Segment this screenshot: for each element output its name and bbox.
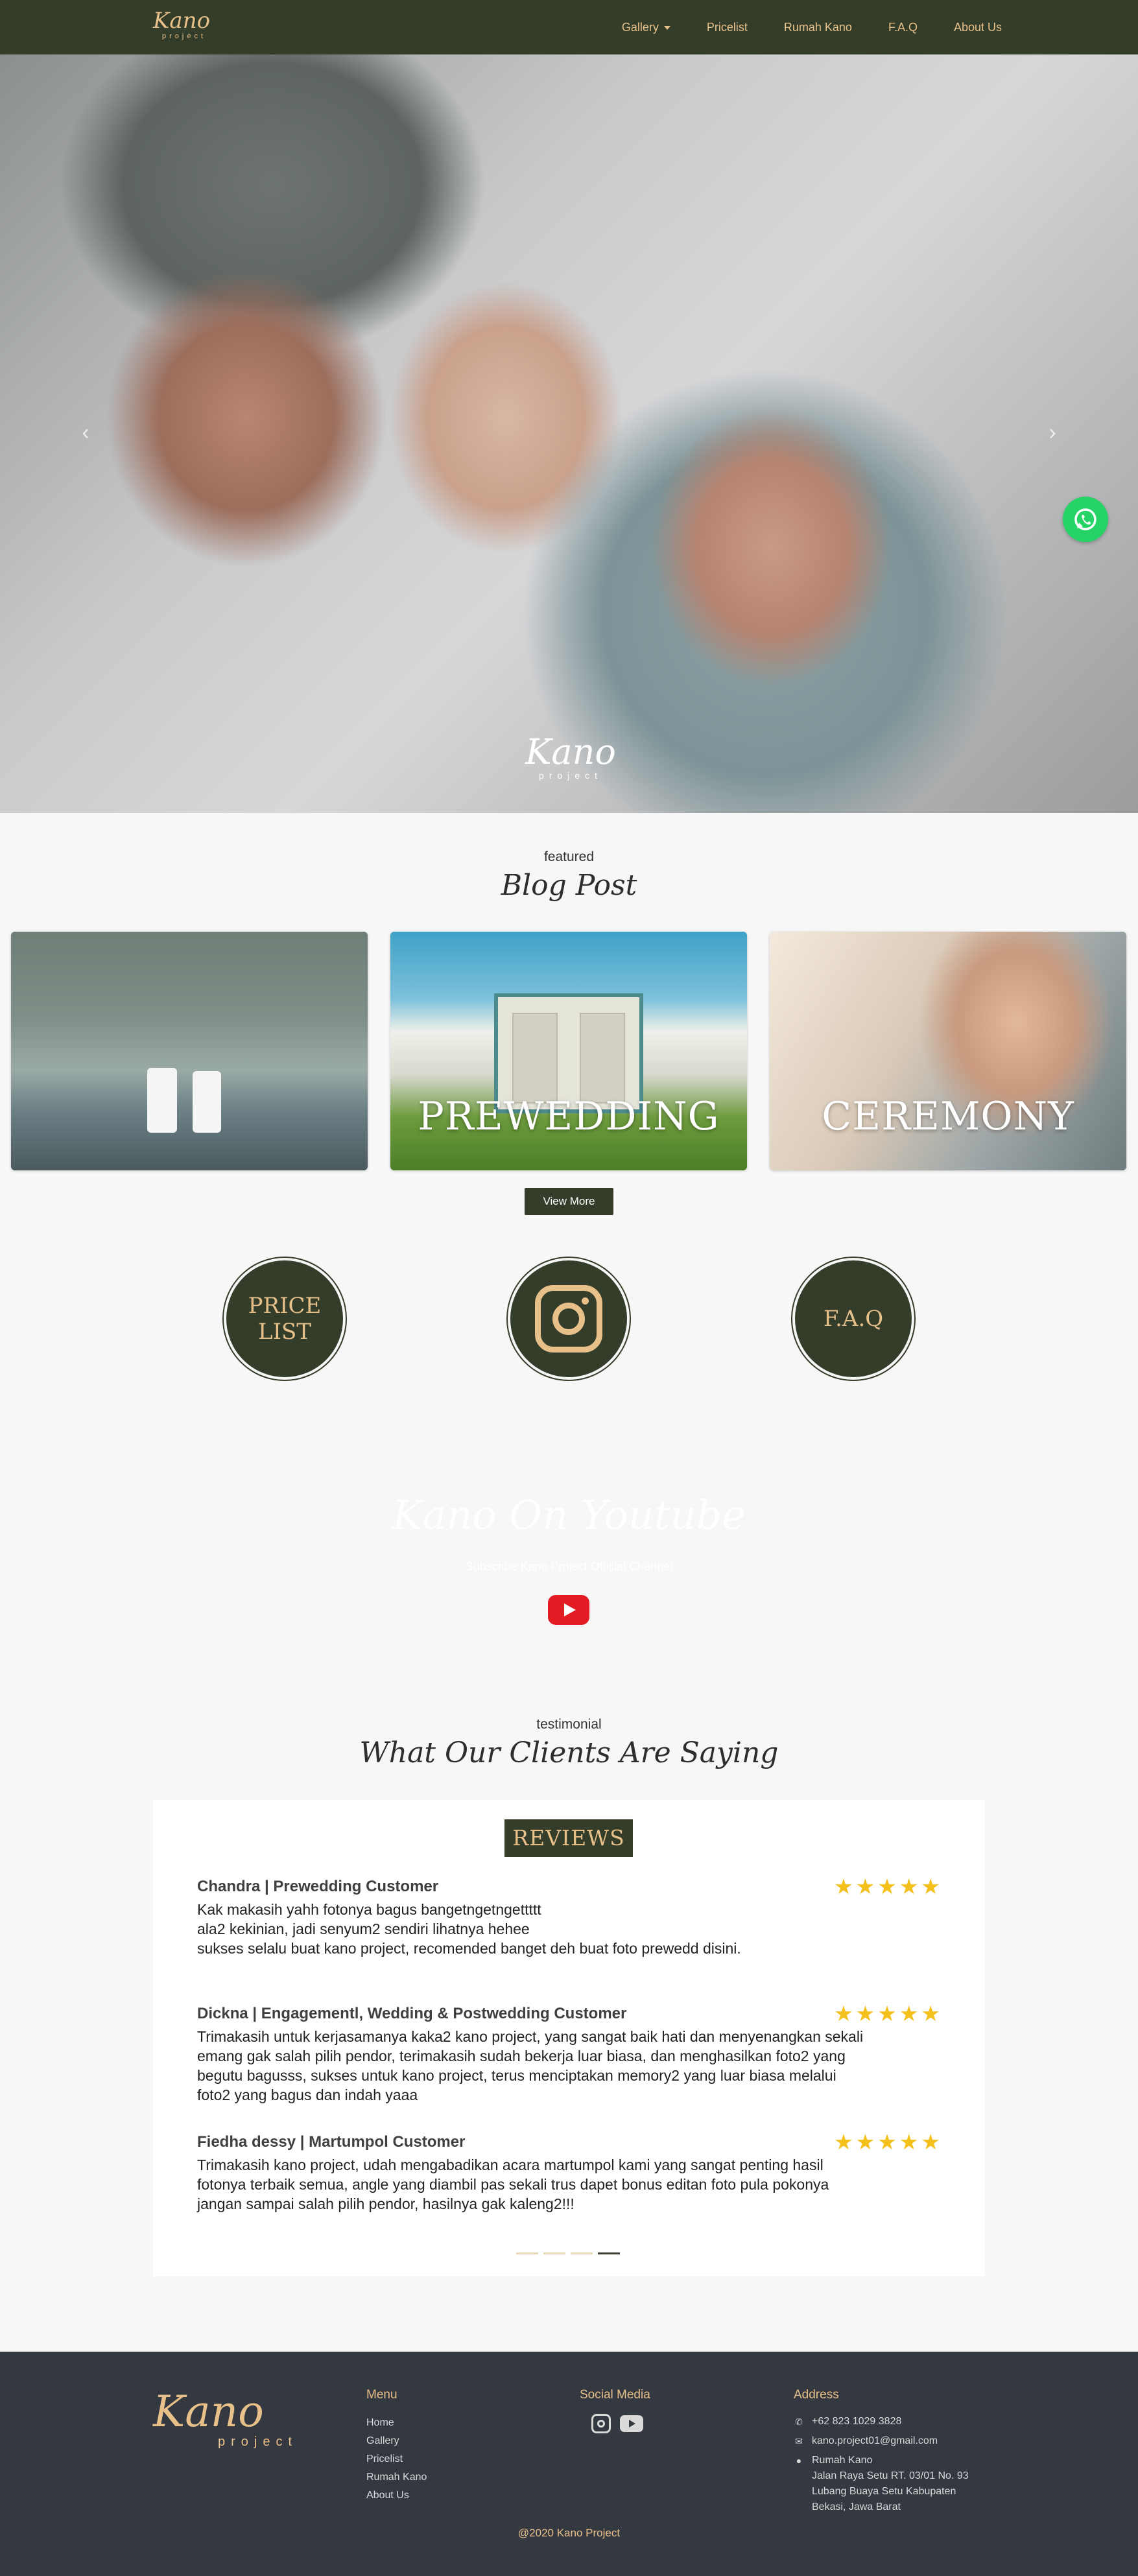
footer-social-icons <box>591 2414 650 2433</box>
logo-script: Kano <box>153 8 211 34</box>
instagram-icon <box>535 1285 602 1353</box>
youtube-icon[interactable] <box>620 2415 643 2432</box>
footer-link-pricelist[interactable]: Pricelist <box>366 2450 427 2468</box>
carousel-indicator-active[interactable] <box>598 2252 620 2254</box>
carousel-indicator[interactable] <box>543 2252 565 2254</box>
footer-link-rumah-kano[interactable]: Rumah Kano <box>366 2468 427 2487</box>
footer-link-gallery[interactable]: Gallery <box>366 2432 427 2450</box>
review-text: Kak makasih yahh fotonya bagus bangetnge… <box>197 1901 741 1957</box>
photo-door <box>580 1013 625 1104</box>
testimonial-label: testimonial <box>536 1717 602 1732</box>
footer-location: ● Rumah Kano Jalan Raya Setu RT. 03/01 N… <box>794 2453 969 2515</box>
review-text: Trimakasih kano project, udah mengabadik… <box>197 2157 829 2212</box>
review-author: Dickna | Engagementl, Wedding & Postwedd… <box>197 2005 627 2022</box>
chevron-left-icon[interactable]: ‹ <box>76 421 95 443</box>
nav-about-us[interactable]: About Us <box>954 21 1002 34</box>
review-text: Trimakasih untuk kerjasamanya kaka2 kano… <box>197 2028 864 2103</box>
youtube-section-title: Kano On Youtube <box>392 1491 746 1539</box>
blog-card-prewedding[interactable]: PREWEDDING <box>390 932 747 1170</box>
footer-email[interactable]: ✉ kano.project01@gmail.com <box>794 2433 969 2449</box>
whatsapp-icon <box>1074 508 1097 530</box>
review-item: Dickna | Engagementl, Wedding & Postwedd… <box>197 2002 943 2105</box>
footer-menu-heading: Menu <box>366 2388 397 2402</box>
footer-logo[interactable]: Kano project <box>153 2389 296 2450</box>
carousel-indicators <box>516 2252 620 2254</box>
footer-link-about-us[interactable]: About Us <box>366 2487 427 2505</box>
footer-phone[interactable]: ✆ +62 823 1029 3828 <box>794 2414 969 2429</box>
view-more-button[interactable]: View More <box>525 1188 613 1215</box>
couple-photo-figure <box>193 1071 221 1133</box>
caret-down-icon <box>663 25 670 30</box>
star-rating-icon: ★★★★★ <box>834 2130 943 2154</box>
nav-pricelist[interactable]: Pricelist <box>707 21 748 34</box>
chevron-right-icon[interactable]: › <box>1043 421 1062 443</box>
map-pin-icon: ● <box>796 2455 802 2466</box>
youtube-icon[interactable] <box>548 1595 589 1625</box>
instagram-icon[interactable] <box>591 2414 611 2433</box>
blog-card-caption: CEREMONY <box>822 1094 1074 1139</box>
star-rating-icon: ★★★★★ <box>834 1874 943 1898</box>
nav-faq[interactable]: F.A.Q <box>888 21 918 34</box>
address-line: Lubang Buaya Setu Kabupaten <box>812 2486 956 2497</box>
carousel-indicator[interactable] <box>571 2252 593 2254</box>
site-logo[interactable]: Kano project <box>153 9 231 45</box>
review-item: Chandra | Prewedding Customer Kak makasi… <box>197 1874 943 1958</box>
faq-circle-label: F.A.Q <box>823 1306 884 1332</box>
testimonial-title: What Our Clients Are Saying <box>359 1736 779 1769</box>
carousel-indicator[interactable] <box>516 2252 538 2254</box>
faq-circle-button[interactable]: F.A.Q <box>792 1258 914 1380</box>
whatsapp-button[interactable] <box>1063 497 1108 542</box>
review-author: Chandra | Prewedding Customer <box>197 1878 439 1895</box>
reviews-badge: REVIEWS <box>504 1819 633 1857</box>
instagram-circle-button[interactable] <box>508 1258 630 1380</box>
pricelist-circle-button[interactable]: PRICE LIST <box>224 1258 346 1380</box>
couple-photo-figure <box>147 1068 177 1133</box>
blog-card-caption: PREWEDDING <box>418 1094 720 1139</box>
nav-links: Gallery Pricelist Rumah Kano F.A.Q About… <box>622 0 1002 54</box>
review-item: Fiedha dessy | Martumpol Customer Trimak… <box>197 2130 943 2214</box>
review-author: Fiedha dessy | Martumpol Customer <box>197 2133 466 2151</box>
footer-phone-text: +62 823 1029 3828 <box>812 2416 902 2427</box>
footer-menu: Menu Home Gallery Pricelist Rumah Kano A… <box>366 2388 427 2505</box>
pricelist-circle-label: PRICE LIST <box>248 1293 322 1345</box>
footer-address-heading: Address <box>794 2388 839 2402</box>
youtube-section-subtitle: Subscribe Kano Project Official Channel <box>465 1560 673 1573</box>
hero-logo-script: Kano <box>525 731 616 772</box>
logo-subtitle: project <box>162 32 207 40</box>
footer-email-text: kano.project01@gmail.com <box>812 2435 938 2446</box>
reviews-carousel: REVIEWS Chandra | Prewedding Customer Ka… <box>153 1800 985 2276</box>
footer-social: Social Media <box>580 2388 650 2433</box>
footer-location-text: Rumah Kano Jalan Raya Setu RT. 03/01 No.… <box>812 2453 969 2515</box>
footer-logo-script: Kano <box>153 2387 264 2437</box>
whatsapp-icon: ✆ <box>795 2416 803 2427</box>
blog-card-ceremony[interactable]: CEREMONY <box>770 932 1126 1170</box>
hero-watermark-logo: Kano project <box>512 734 629 781</box>
footer: Kano project Menu Home Gallery Pricelist… <box>0 2352 1138 2576</box>
photo-door <box>512 1013 558 1104</box>
copyright: @2020 Kano Project <box>517 2527 621 2539</box>
hero-carousel: ‹ › Kano project <box>0 54 1138 813</box>
footer-logo-subtitle: project <box>218 2435 298 2449</box>
nav-gallery-dropdown[interactable]: Gallery <box>622 21 670 34</box>
featured-label: featured <box>543 849 595 864</box>
footer-social-heading: Social Media <box>580 2388 650 2402</box>
star-rating-icon: ★★★★★ <box>834 2002 943 2026</box>
blog-post-title: Blog Post <box>501 869 637 902</box>
nav-gallery-label: Gallery <box>621 20 659 34</box>
address-line: Bekasi, Jawa Barat <box>812 2501 901 2512</box>
footer-address: Address ✆ +62 823 1029 3828 ✉ kano.proje… <box>794 2388 969 2519</box>
navbar: Kano project Gallery Pricelist Rumah Kan… <box>0 0 1138 54</box>
envelope-icon: ✉ <box>795 2436 803 2446</box>
address-line: Jalan Raya Setu RT. 03/01 No. 93 <box>812 2470 969 2481</box>
blog-card-lake[interactable] <box>11 932 368 1170</box>
footer-link-home[interactable]: Home <box>366 2414 427 2432</box>
address-name: Rumah Kano <box>812 2455 873 2466</box>
nav-rumah-kano[interactable]: Rumah Kano <box>784 21 852 34</box>
